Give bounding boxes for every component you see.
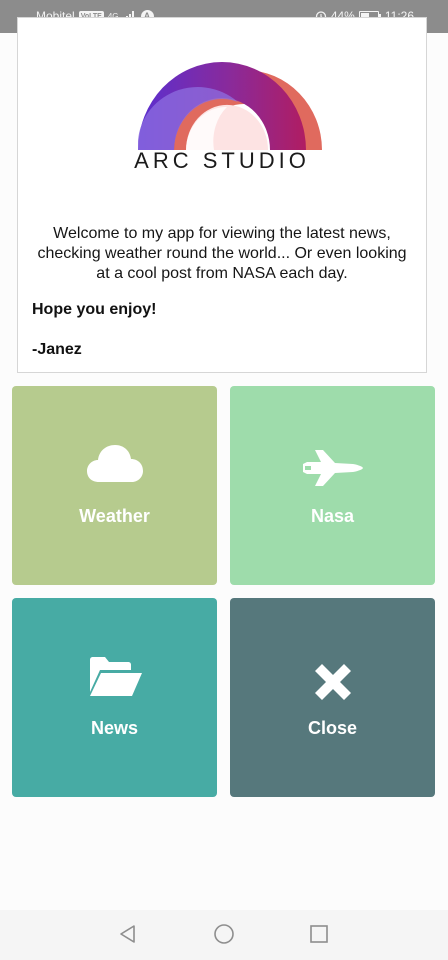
nasa-label: Nasa: [310, 506, 355, 526]
home-button[interactable]: [212, 922, 236, 946]
close-label: Close: [307, 718, 358, 738]
close-icon: [314, 664, 351, 700]
nasa-tile[interactable]: Nasa: [230, 386, 435, 585]
cloud-icon: [86, 445, 143, 482]
wish-text: Hope you enjoy!: [32, 301, 157, 318]
close-tile[interactable]: Close: [230, 598, 435, 797]
news-label: News: [90, 718, 139, 738]
back-button[interactable]: [116, 922, 140, 946]
recents-square-icon: [310, 925, 328, 943]
weather-tile[interactable]: Weather: [12, 386, 217, 585]
weather-label: Weather: [79, 506, 150, 526]
arc-studio-logo: [138, 54, 328, 156]
back-triangle-icon: [120, 925, 135, 943]
folder-open-icon: [89, 657, 142, 696]
navigation-bar: [0, 910, 448, 960]
home-circle-icon: [214, 924, 234, 944]
signature: -Janez: [32, 341, 82, 358]
news-tile[interactable]: News: [12, 598, 217, 797]
recents-button[interactable]: [307, 922, 331, 946]
brand-name: ARC STUDIO: [134, 148, 310, 173]
welcome-card: ARC STUDIO Welcome to my app for viewing…: [17, 17, 427, 373]
space-shuttle-icon: [302, 450, 363, 486]
intro-text: Welcome to my app for viewing the latest…: [37, 225, 407, 282]
